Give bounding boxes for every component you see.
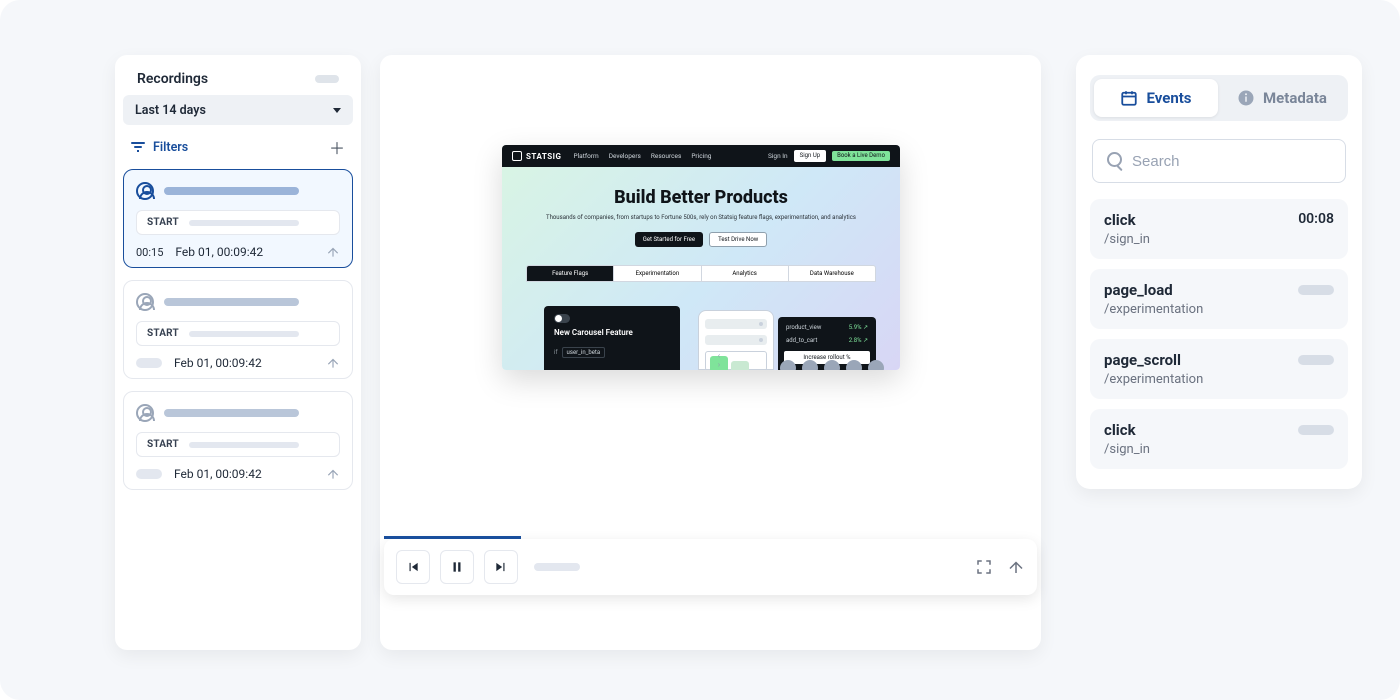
skip-back-button[interactable] <box>396 550 430 584</box>
duration-label: 00:15 <box>136 246 163 259</box>
event-row[interactable]: click /sign_in 00:08 <box>1090 199 1348 259</box>
user-icon <box>136 404 154 422</box>
event-name: click <box>1104 421 1150 439</box>
placeholder-bar <box>189 220 299 226</box>
timestamp-label: Feb 01, 00:09:42 <box>175 245 263 259</box>
event-row[interactable]: page_load /experimentation <box>1090 269 1348 329</box>
events-search[interactable] <box>1092 139 1346 183</box>
preview-signup: Sign Up <box>794 150 826 162</box>
event-list: click /sign_in 00:08 page_load /experime… <box>1090 199 1348 469</box>
preview-mobile-mock <box>698 310 774 370</box>
event-row[interactable]: click /sign_in <box>1090 409 1348 469</box>
recordings-title: Recordings <box>137 71 208 87</box>
placeholder-bar <box>1298 355 1334 365</box>
filters-label: Filters <box>153 140 188 155</box>
share-icon[interactable] <box>326 356 340 370</box>
event-path: /experimentation <box>1104 372 1203 387</box>
start-label: START <box>147 439 179 450</box>
share-icon[interactable] <box>326 245 340 259</box>
event-row[interactable]: page_scroll /experimentation <box>1090 339 1348 399</box>
placeholder-bar <box>1298 285 1334 295</box>
skip-forward-button[interactable] <box>484 550 518 584</box>
chevron-down-icon <box>333 108 341 113</box>
timestamp-label: Feb 01, 00:09:42 <box>174 467 262 481</box>
fullscreen-icon[interactable] <box>975 558 993 576</box>
placeholder-bar <box>136 358 162 368</box>
start-field: START <box>136 210 340 235</box>
preview-demo: Book a Live Demo <box>832 151 890 161</box>
placeholder-bar <box>164 298 299 306</box>
event-name: page_load <box>1104 281 1203 299</box>
calendar-icon <box>1120 89 1138 107</box>
preview-tabs: Feature Flags Experimentation Analytics … <box>526 265 876 282</box>
recording-list: START 00:15 Feb 01, 00:09:42 <box>115 169 361 490</box>
placeholder-bar <box>136 469 162 479</box>
preview-cta-primary: Get Started for Free <box>635 232 703 247</box>
placeholder-bar <box>164 409 299 417</box>
recording-card[interactable]: START Feb 01, 00:09:42 <box>123 280 353 379</box>
recordings-panel: Recordings Last 14 days Filters ＋ START <box>115 55 361 650</box>
start-field: START <box>136 321 340 346</box>
placeholder-bar <box>164 187 299 195</box>
user-icon <box>136 293 154 311</box>
event-path: /experimentation <box>1104 302 1203 317</box>
event-time: 00:08 <box>1298 211 1334 227</box>
info-icon <box>1237 89 1255 107</box>
filters-button[interactable]: Filters <box>131 140 188 155</box>
toggle-icon <box>554 314 570 323</box>
recording-card[interactable]: START 00:15 Feb 01, 00:09:42 <box>123 169 353 268</box>
filter-icon <box>131 142 145 152</box>
user-icon <box>136 182 154 200</box>
events-search-input[interactable] <box>1132 153 1331 170</box>
inspector-panel: Events Metadata click /sign_in 00:08 pag <box>1076 55 1362 489</box>
preview-nav-links: PlatformDevelopers ResourcesPricing <box>573 152 711 160</box>
player-panel: STATSIG PlatformDevelopers ResourcesPric… <box>380 55 1041 650</box>
brand-logo: STATSIG <box>512 151 561 161</box>
recording-card[interactable]: START Feb 01, 00:09:42 <box>123 391 353 490</box>
session-preview: STATSIG PlatformDevelopers ResourcesPric… <box>502 145 900 370</box>
playback-bar <box>384 539 1037 595</box>
date-range-select[interactable]: Last 14 days <box>123 95 353 125</box>
timestamp-label: Feb 01, 00:09:42 <box>174 356 262 370</box>
preview-feature-card: New Carousel Feature ifuser_in_beta <box>544 306 680 370</box>
placeholder-bar <box>189 331 299 337</box>
tab-metadata[interactable]: Metadata <box>1220 79 1344 117</box>
search-icon <box>1107 152 1122 170</box>
date-range-label: Last 14 days <box>135 103 206 118</box>
inspector-tabs: Events Metadata <box>1090 75 1348 121</box>
event-name: click <box>1104 211 1150 229</box>
share-icon[interactable] <box>1007 558 1025 576</box>
tab-metadata-label: Metadata <box>1263 89 1327 107</box>
pause-button[interactable] <box>440 550 474 584</box>
preview-hero-title: Build Better Products <box>532 187 870 208</box>
tab-events[interactable]: Events <box>1094 79 1218 117</box>
placeholder-bar <box>534 563 580 571</box>
preview-avatar-row <box>780 360 884 370</box>
preview-hero-sub: Thousands of companies, from startups to… <box>532 214 870 222</box>
placeholder-bar <box>189 442 299 448</box>
start-field: START <box>136 432 340 457</box>
share-icon[interactable] <box>326 467 340 481</box>
add-filter-button[interactable]: ＋ <box>329 135 345 159</box>
start-label: START <box>147 328 179 339</box>
placeholder-bar <box>1298 425 1334 435</box>
start-label: START <box>147 217 179 228</box>
tab-events-label: Events <box>1146 89 1191 107</box>
event-path: /sign_in <box>1104 442 1150 457</box>
preview-signin: Sign In <box>768 152 788 160</box>
placeholder-bar <box>315 75 339 83</box>
preview-cta-secondary: Test Drive Now <box>709 232 767 247</box>
event-name: page_scroll <box>1104 351 1203 369</box>
event-path: /sign_in <box>1104 232 1150 247</box>
